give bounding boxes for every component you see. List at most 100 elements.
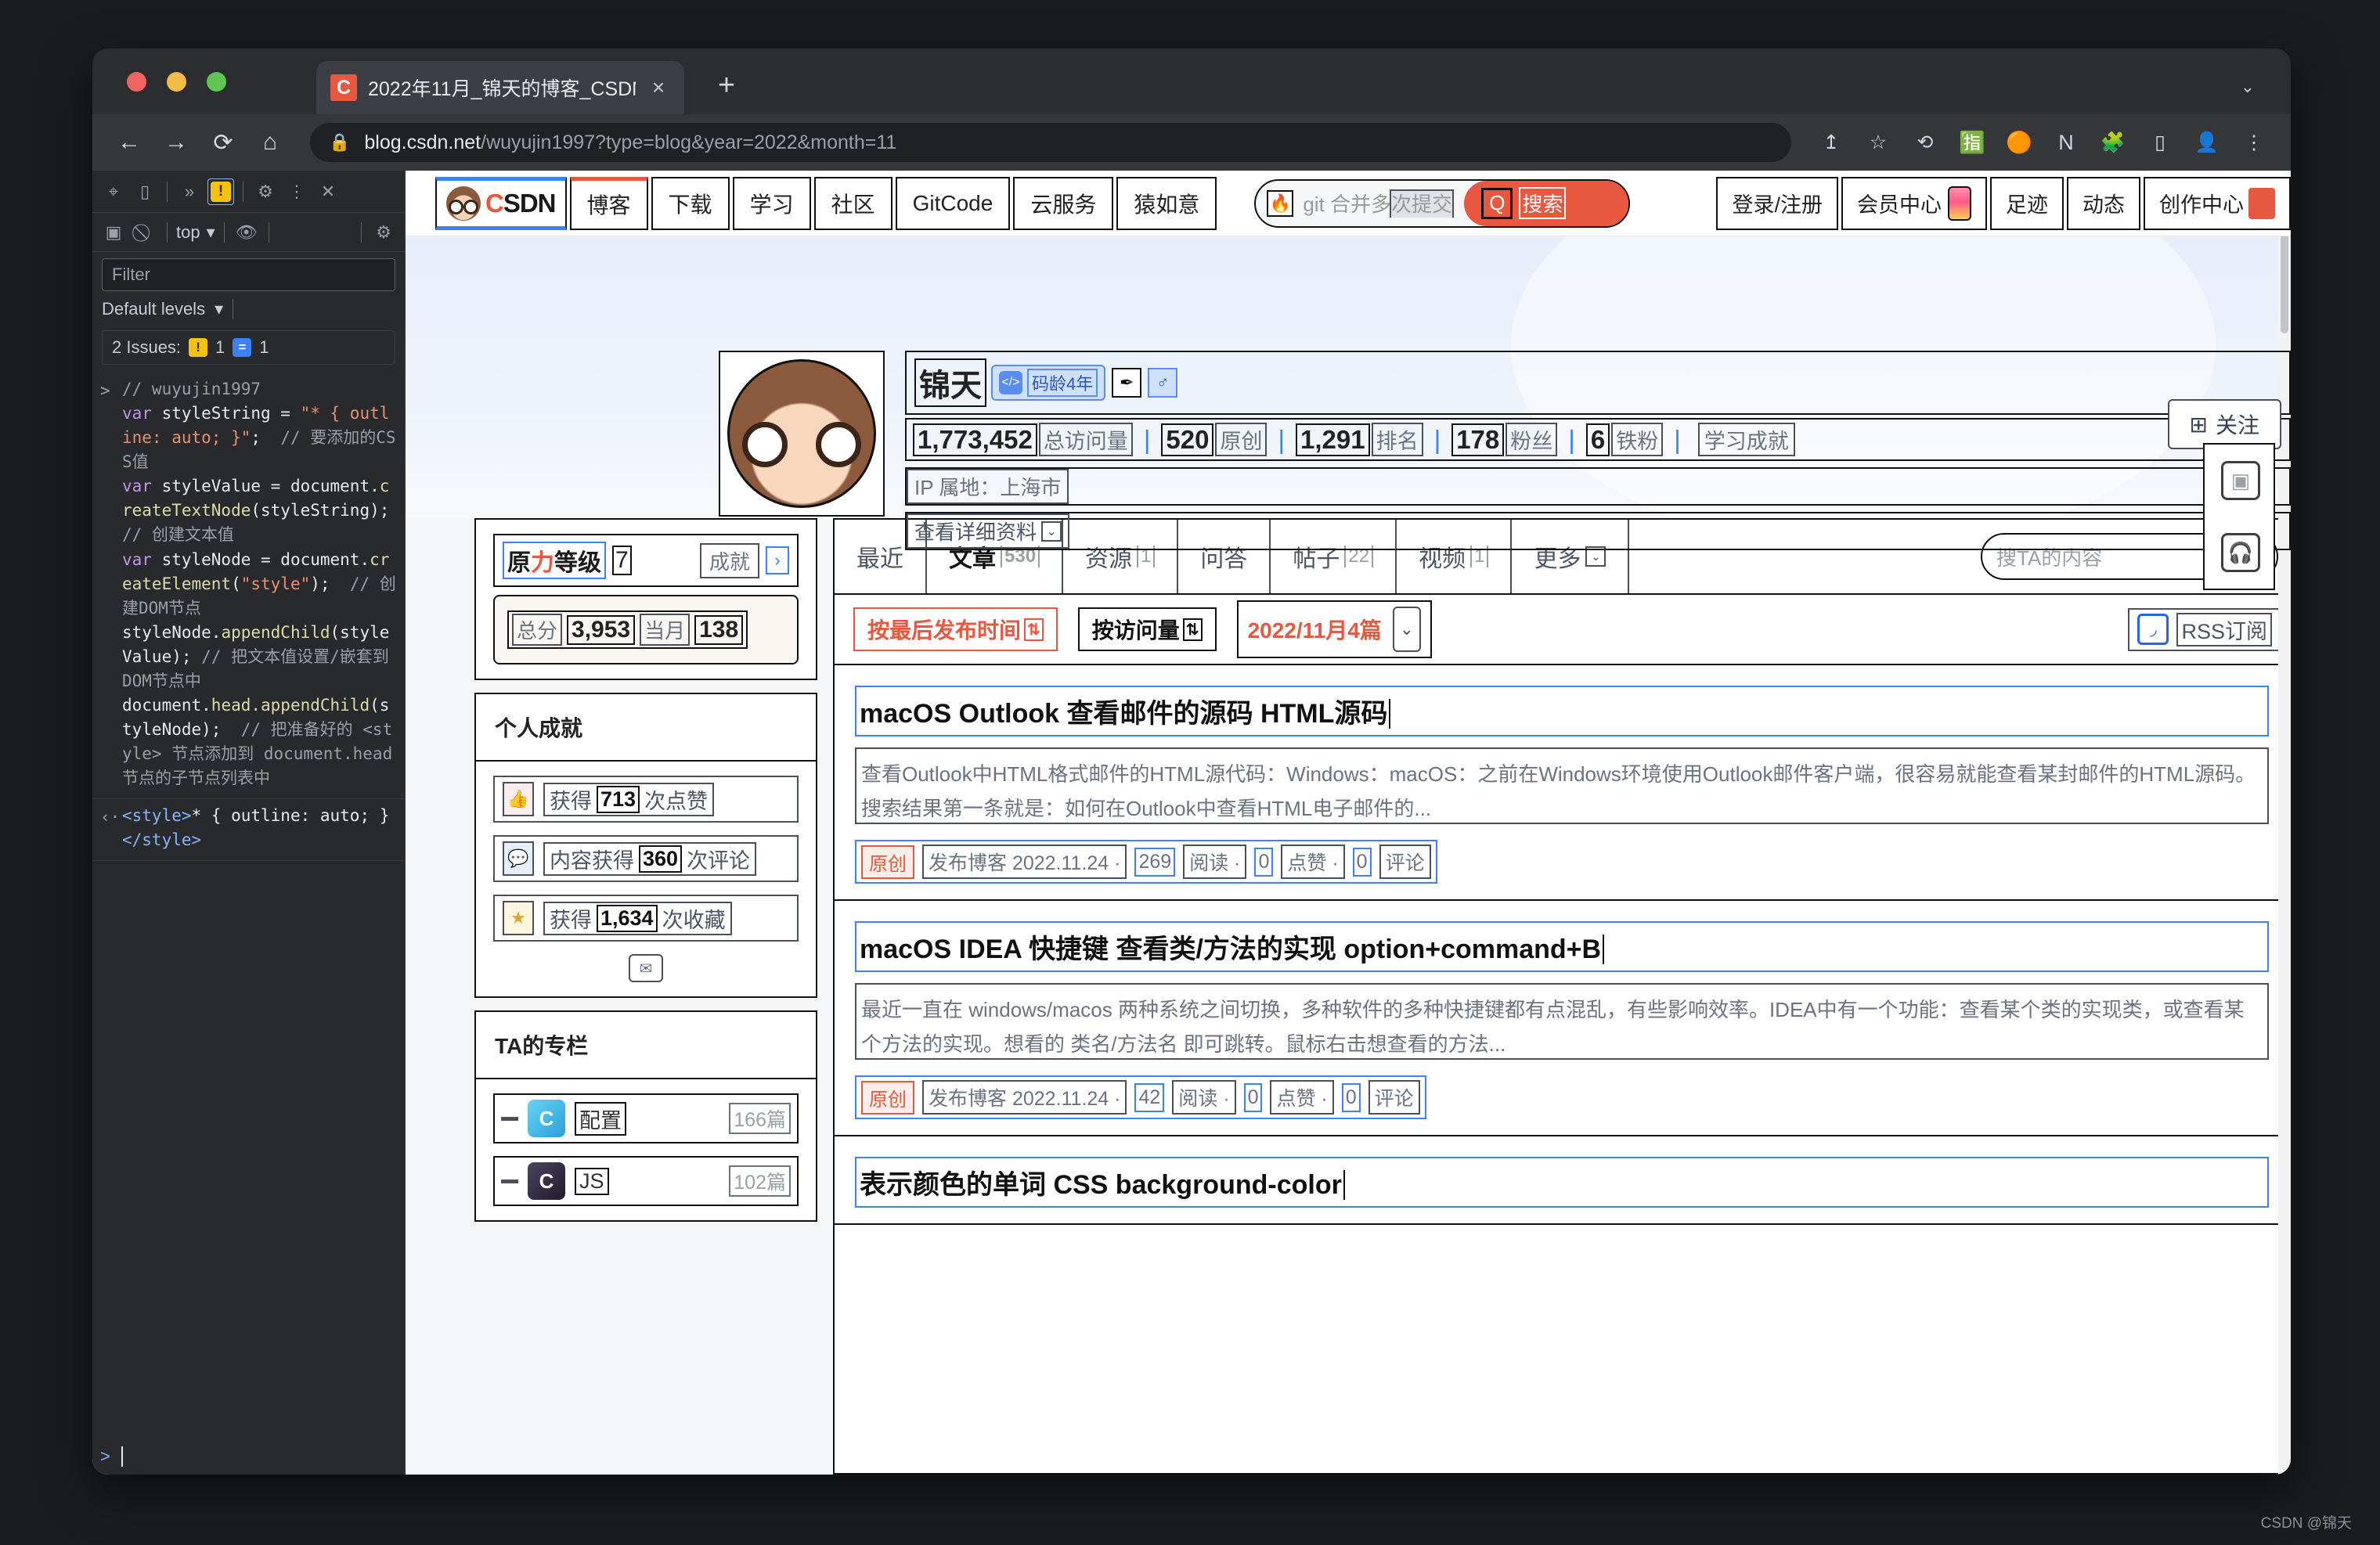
achievement-text: 获得 1,634 次收藏 [543,901,732,935]
floating-right-rail: ▣ 🎧 [2203,443,2275,590]
console-prompt[interactable]: > [92,1439,405,1475]
extension-translate-icon[interactable]: 🈯 [1959,129,1985,156]
extensions-puzzle-icon[interactable]: 🧩 [2100,129,2126,156]
likes-count: 0 [1243,1082,1263,1112]
profile-avatar-icon[interactable]: 👤 [2194,129,2220,156]
side-panel-icon[interactable]: ▯ [2147,129,2173,156]
console-settings-gear-icon[interactable]: ⚙ [370,219,397,246]
header-right-item-4[interactable]: 创作中心 [2144,176,2291,230]
view-detail-button[interactable]: 查看详细资料 ⌄ [907,513,1070,549]
filter-input[interactable]: Filter [102,258,395,291]
sort-arrows-icon: ⇅ [1182,618,1203,641]
csdn-logo[interactable]: CSDN [435,176,567,230]
console-sidebar-icon[interactable]: ▣ [100,219,127,246]
extension-notion-icon[interactable]: N [2053,129,2079,156]
warning-icon: ! [189,338,208,357]
article-title[interactable]: macOS Outlook 查看邮件的源码 HTML源码 [855,686,2269,736]
header-right-item-2[interactable]: 足迹 [1990,176,2064,230]
feather-badge-icon[interactable]: ✒ [1112,368,1142,398]
sort-by-time-button[interactable]: 按最后发布时间 ⇅ [853,607,1058,651]
home-icon[interactable]: ⌂ [257,129,283,156]
nav-item-1[interactable]: 下载 [651,176,730,230]
nav-item-2[interactable]: 学习 [732,176,811,230]
kebab-menu-icon[interactable]: ⋮ [283,178,310,205]
browser-tab[interactable]: C 2022年11月_锦天的博客_CSDN博客 × [316,61,684,114]
learning-achievement-button[interactable]: 学习成就 [1697,423,1795,456]
article-title[interactable]: macOS IDEA 快捷键 查看类/方法的实现 option+command+… [855,921,2269,972]
article-item[interactable]: 表示颜色的单词 CSS background-color [835,1136,2289,1225]
month-selector[interactable]: 2022/11月4篇 ⌄ [1236,600,1432,658]
nav-item-6[interactable]: 猿如意 [1116,176,1217,230]
url-text: blog.csdn.net/wuyujin1997?type=blog&year… [364,131,896,154]
console-output[interactable]: > // wuyujin1997 var styleString = "* { o… [92,365,405,1439]
share-icon[interactable]: ↥ [1818,129,1844,156]
screenshot-root: C 2022年11月_锦天的博客_CSDN博客 × + ⌄ ← → ⟳ ⌂ 🔒 … [0,0,2380,1545]
rail-qrcode-button[interactable]: ▣ [2205,445,2277,517]
reload-icon[interactable]: ⟳ [210,129,236,156]
info-icon: = [233,338,252,357]
total-score-label: 总分 [512,614,563,646]
likes-count: 0 [1254,847,1274,877]
issues-bar[interactable]: 2 Issues: ! 1 = 1 [102,330,395,365]
article-item[interactable]: macOS Outlook 查看邮件的源码 HTML源码 查看Outlook中HT… [835,665,2289,901]
divider [167,181,168,202]
console-entry-gutter: > [100,381,110,400]
code-age-badge[interactable]: </> 码龄4年 [991,365,1106,401]
profile-info: 锦天 </> 码龄4年 ✒ ♂ 1,773,452 总访问量 | 520 原创 | 1,29… [905,351,2291,550]
column-item[interactable]: C JS 102篇 [493,1156,799,1206]
inspect-element-icon[interactable]: ⌖ [100,178,127,205]
header-right-item-0[interactable]: 登录/注册 [1716,176,1838,230]
follow-button[interactable]: ⊞ 关注 [2167,399,2281,449]
columns-title: TA的专栏 [476,1012,816,1079]
gear-icon[interactable]: ⚙ [252,178,279,205]
address-bar[interactable]: 🔒 blog.csdn.net/wuyujin1997?type=blog&ye… [310,123,1791,162]
stat-label-1: 原创 [1215,423,1268,456]
force-level-value: 7 [612,546,632,575]
article-title[interactable]: 表示颜色的单词 CSS background-color [855,1157,2269,1208]
more-panels-icon[interactable]: » [176,178,203,205]
header-right-item-1[interactable]: 会员中心 [1841,176,1987,230]
warning-count: 1 [215,337,225,357]
close-window-button[interactable] [127,72,146,92]
rss-subscribe-button[interactable]: ◞ RSS订阅 [2128,607,2281,651]
chevron-down-icon[interactable]: ⌄ [2241,77,2255,97]
rail-headset-button[interactable]: 🎧 [2205,517,2277,589]
nav-item-4[interactable]: GitCode [895,176,1011,230]
stat-value-4: 6 [1585,423,1610,456]
close-icon[interactable]: × [647,77,670,99]
eye-icon[interactable]: 👁 [233,219,260,246]
sync-icon[interactable]: ⟲ [1912,129,1938,156]
csdn-header: CSDN 博客 下载 学习 社区 GitCode 云服务 猿如意 🔥 git 合并多次提交 … [406,171,2291,236]
force-level-title: 原力等级 [503,542,606,579]
nav-item-5[interactable]: 云服务 [1013,176,1114,230]
search-button[interactable]: Q 搜索 [1464,180,1629,226]
minimize-window-button[interactable] [167,72,186,92]
extension-circle-icon[interactable]: 🟠 [2006,129,2032,156]
achievement-text: 获得 713 次点赞 [543,782,715,816]
maximize-window-button[interactable] [207,72,226,92]
browser-menu-icon[interactable]: ⋮ [2241,129,2267,156]
back-icon[interactable]: ← [116,129,142,156]
nav-item-3[interactable]: 社区 [813,176,892,230]
achievement-medal-icon: 💬 [503,841,534,876]
forward-icon[interactable]: → [163,129,189,156]
clear-console-icon[interactable]: ⃠ [132,219,158,246]
article-item[interactable]: macOS IDEA 快捷键 查看类/方法的实现 option+command+… [835,901,2289,1136]
new-tab-button[interactable]: + [711,70,742,100]
nav-item-0[interactable]: 博客 [569,176,648,230]
device-toolbar-icon[interactable]: ▯ [132,178,158,205]
header-right-item-3[interactable]: 动态 [2067,176,2140,230]
article-meta: 原创 发布博客 2022.11.24 · 42 阅读 · 0 点赞 · 0 评论 [855,1075,1426,1119]
gender-badge-icon[interactable]: ♂ [1148,368,1178,398]
bookmark-star-icon[interactable]: ☆ [1865,129,1891,156]
column-item[interactable]: C 配置 166篇 [493,1093,799,1143]
header-search[interactable]: 🔥 git 合并多次提交 Q 搜索 [1254,178,1631,228]
message-icon[interactable]: ✉ [629,954,663,982]
close-devtools-icon[interactable]: ✕ [315,178,341,205]
sort-by-views-button[interactable]: 按访问量 ⇅ [1077,607,1217,651]
log-levels-selector[interactable]: Default levels ▾ [92,291,405,327]
avatar-container[interactable] [719,351,885,517]
chevron-right-icon[interactable]: › [766,546,789,574]
execution-context-selector[interactable]: top ▾ [176,222,215,243]
issues-warning-icon[interactable]: ! [207,178,234,205]
